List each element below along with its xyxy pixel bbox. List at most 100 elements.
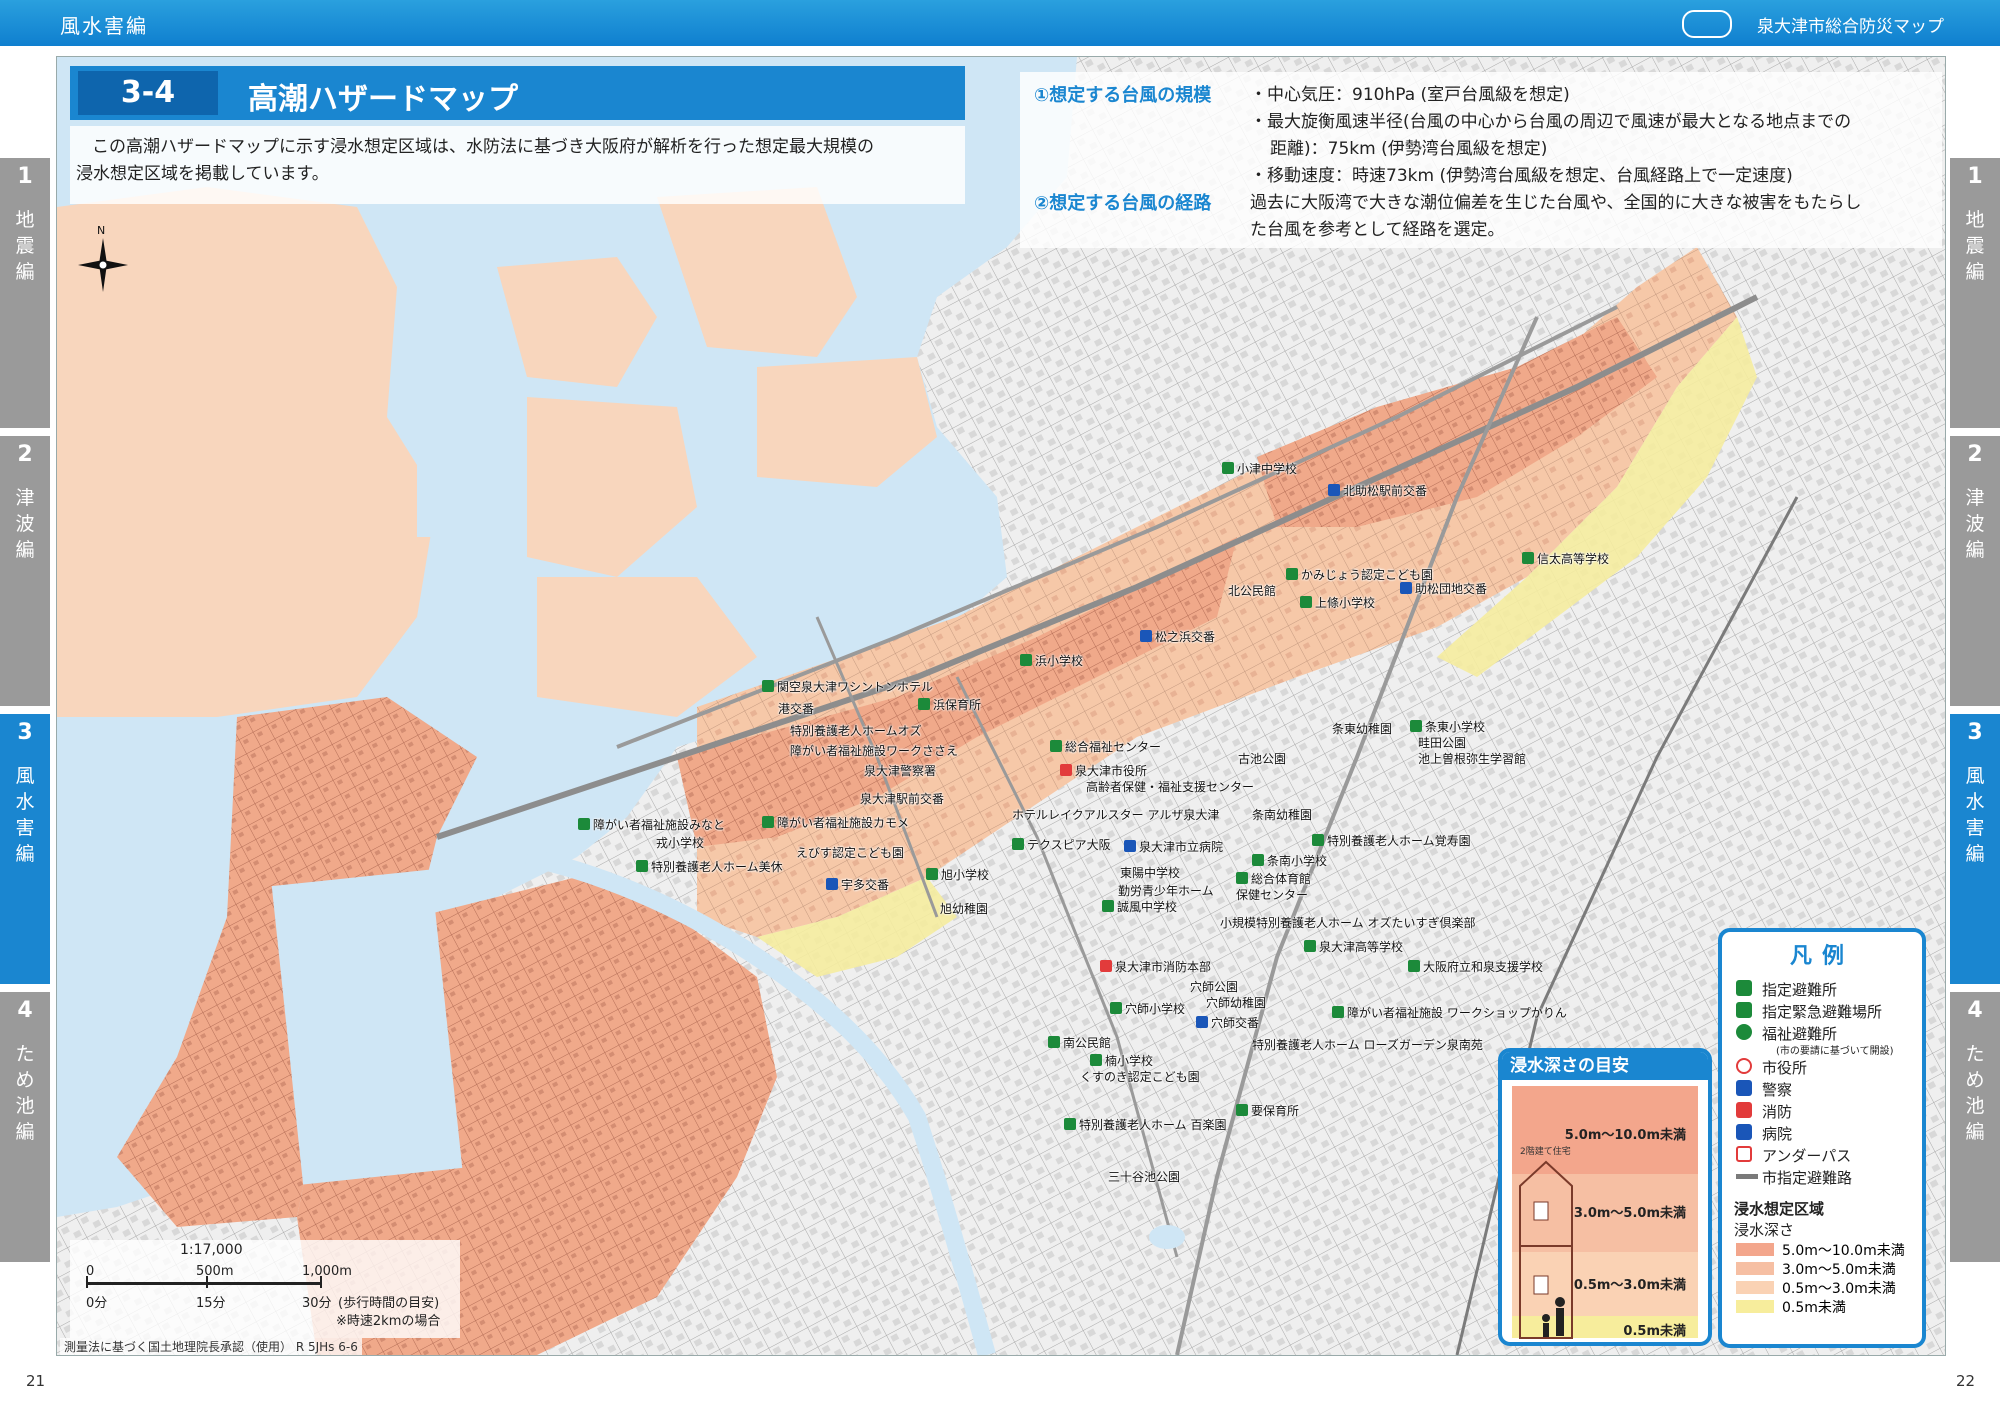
map-label[interactable]: くすのき認定こども園 bbox=[1080, 1068, 1200, 1085]
emergency-shelter-icon bbox=[1736, 1002, 1752, 1018]
map-label[interactable]: 条南幼稚園 bbox=[1252, 806, 1312, 823]
hospital-icon bbox=[1124, 840, 1136, 852]
map-label[interactable]: 戎小学校 bbox=[656, 834, 704, 851]
shelter-icon bbox=[1050, 740, 1062, 752]
scale-line bbox=[86, 1282, 322, 1285]
map-label[interactable]: 特別養護老人ホームオズ bbox=[790, 722, 922, 739]
map-label[interactable]: 東陽中学校 bbox=[1120, 864, 1180, 881]
tab-flood-left[interactable]: 3 風水害編 bbox=[0, 714, 50, 984]
map-label[interactable]: 泉大津警察署 bbox=[864, 762, 936, 779]
map-label[interactable]: 特別養護老人ホーム 百楽園 bbox=[1064, 1116, 1226, 1133]
shelter-icon bbox=[762, 680, 774, 692]
map-label[interactable]: 障がい者福祉施設ワークささえ bbox=[790, 742, 958, 759]
map-label[interactable]: 北公民館 bbox=[1228, 582, 1276, 599]
tab-tsunami-left[interactable]: 2 津波編 bbox=[0, 436, 50, 706]
brand-logo-icon bbox=[1682, 10, 1732, 38]
depth-swatch: 0.5m未満 bbox=[1736, 1297, 1922, 1316]
page-number-left: 21 bbox=[26, 1372, 46, 1390]
map-label[interactable]: 穴師幼稚園 bbox=[1206, 994, 1266, 1011]
shelter-icon bbox=[1012, 838, 1024, 850]
map-label[interactable]: 上條小学校 bbox=[1300, 594, 1375, 611]
map-label[interactable]: 勤労青少年ホーム bbox=[1118, 882, 1214, 899]
map-label[interactable]: ホテルレイクアルスター アルザ泉大津 bbox=[1012, 806, 1219, 823]
legend-item: 指定緊急避難場所 bbox=[1736, 1000, 1922, 1022]
map-label[interactable]: 条東幼稚園 bbox=[1332, 720, 1392, 737]
shelter-icon bbox=[1236, 1104, 1248, 1116]
svg-text:N: N bbox=[97, 224, 105, 237]
tab-pond-right[interactable]: 4 ため池編 bbox=[1950, 992, 2000, 1262]
tab-pond-left[interactable]: 4 ため池編 bbox=[0, 992, 50, 1262]
title-text: 高潮ハザードマップ bbox=[248, 82, 518, 117]
police-icon bbox=[1400, 582, 1412, 594]
map-label[interactable]: 助松団地交番 bbox=[1400, 580, 1487, 597]
map-label[interactable]: 総合福祉センター bbox=[1050, 738, 1161, 755]
page-title: 3-4 高潮ハザードマップ bbox=[70, 66, 965, 120]
tab-tsunami-right[interactable]: 2 津波編 bbox=[1950, 436, 2000, 706]
map-label[interactable]: 特別養護老人ホーム ローズガーデン泉南苑 bbox=[1252, 1036, 1483, 1053]
brand-name: 泉大津市総合防災マップ bbox=[1757, 17, 1944, 37]
legend-item: 福祉避難所 (市の要請に基づいて開設) bbox=[1736, 1022, 1922, 1057]
map-label[interactable]: 小津中学校 bbox=[1222, 460, 1297, 477]
map-label[interactable]: 障がい者福祉施設みなと bbox=[578, 816, 725, 833]
map-label[interactable]: 泉大津駅前交番 bbox=[860, 790, 944, 807]
map-label[interactable]: 泉大津市役所 bbox=[1060, 762, 1147, 779]
map-label[interactable]: 穴師公園 bbox=[1190, 978, 1238, 995]
shelter-icon bbox=[1090, 1054, 1102, 1066]
map-label[interactable]: 宇多交番 bbox=[826, 876, 889, 893]
depth-guide: 浸水深さの目安 5.0m～10.0m未満 3.0m～5.0m未満 0.5m～3.… bbox=[1498, 1048, 1712, 1346]
map-label[interactable]: 信太高等学校 bbox=[1522, 550, 1609, 567]
map-label[interactable]: 旭幼稚園 bbox=[940, 900, 988, 917]
welfare-shelter-icon bbox=[1736, 1024, 1752, 1040]
legend-item: 市指定避難路 bbox=[1736, 1166, 1922, 1188]
map-label[interactable]: 高齢者保健・福祉支援センター bbox=[1086, 778, 1254, 795]
north-arrow-icon: N bbox=[78, 224, 128, 292]
tab-flood-right[interactable]: 3 風水害編 bbox=[1950, 714, 2000, 984]
map-label[interactable]: 泉大津市立病院 bbox=[1124, 838, 1223, 855]
map-label[interactable]: 保健センター bbox=[1236, 886, 1308, 903]
map-label[interactable]: 北助松駅前交番 bbox=[1328, 482, 1427, 499]
map-label[interactable]: 泉大津高等学校 bbox=[1304, 938, 1403, 955]
map-label[interactable]: 旭小学校 bbox=[926, 866, 989, 883]
map-label[interactable]: 三十谷池公園 bbox=[1108, 1168, 1180, 1185]
map-label[interactable]: 総合体育館 bbox=[1236, 870, 1311, 887]
map-label[interactable]: テクスピア大阪 bbox=[1012, 836, 1111, 853]
house-icon bbox=[1519, 1160, 1573, 1339]
map-label[interactable]: 池上曽根弥生学習館 bbox=[1418, 750, 1526, 767]
map-label[interactable]: 穴師交番 bbox=[1196, 1014, 1259, 1031]
map-label[interactable]: 畦田公園 bbox=[1418, 734, 1466, 751]
map-label[interactable]: 南公民館 bbox=[1048, 1034, 1111, 1051]
shelter-icon bbox=[1222, 462, 1234, 474]
map-label[interactable]: 泉大津市消防本部 bbox=[1100, 958, 1211, 975]
map-label[interactable]: 特別養護老人ホーム美休 bbox=[636, 858, 783, 875]
map-label[interactable]: 大阪府立和泉支援学校 bbox=[1408, 958, 1543, 975]
tab-earthquake-right[interactable]: 1 地震編 bbox=[1950, 158, 2000, 428]
shelter-icon bbox=[578, 818, 590, 830]
police-icon bbox=[1328, 484, 1340, 496]
map-label[interactable]: 穴師小学校 bbox=[1110, 1000, 1185, 1017]
map-label[interactable]: 条東小学校 bbox=[1410, 718, 1485, 735]
map-label[interactable]: 港交番 bbox=[778, 700, 814, 717]
flood-area-title: 浸水想定区域 bbox=[1734, 1200, 1825, 1218]
shelter-icon bbox=[918, 698, 930, 710]
map-label[interactable]: 特別養護老人ホーム覚寿園 bbox=[1312, 832, 1471, 849]
police-icon bbox=[1140, 630, 1152, 642]
map-label[interactable]: 楠小学校 bbox=[1090, 1052, 1153, 1069]
map-label[interactable]: 障がい者福祉施設カモメ bbox=[762, 814, 909, 831]
route-heading: ②想定する台風の経路 bbox=[1034, 193, 1212, 214]
map-label[interactable]: 障がい者福祉施設 ワークショップかりん bbox=[1332, 1004, 1567, 1021]
map-label[interactable]: 松之浜交番 bbox=[1140, 628, 1215, 645]
map-label[interactable]: 小規模特別養護老人ホーム オズたいすぎ倶楽部 bbox=[1220, 914, 1475, 931]
map-label[interactable]: 要保育所 bbox=[1236, 1102, 1299, 1119]
header-bar: 風水害編 泉大津市総合防災マップ bbox=[0, 0, 2000, 46]
map-label[interactable]: 浜小学校 bbox=[1020, 652, 1083, 669]
legend-item: 市役所 bbox=[1736, 1056, 1922, 1078]
tab-earthquake-left[interactable]: 1 地震編 bbox=[0, 158, 50, 428]
shelter-icon bbox=[762, 816, 774, 828]
map-label[interactable]: 浜保育所 bbox=[918, 696, 981, 713]
map-label[interactable]: 古池公園 bbox=[1238, 750, 1286, 767]
legend-title: 凡例 bbox=[1789, 944, 1854, 969]
map-label[interactable]: 条南小学校 bbox=[1252, 852, 1327, 869]
map-label[interactable]: 誠風中学校 bbox=[1102, 898, 1177, 915]
map-label[interactable]: えびす認定こども園 bbox=[796, 844, 904, 861]
map-label[interactable]: 関空泉大津ワシントンホテル bbox=[762, 678, 933, 695]
